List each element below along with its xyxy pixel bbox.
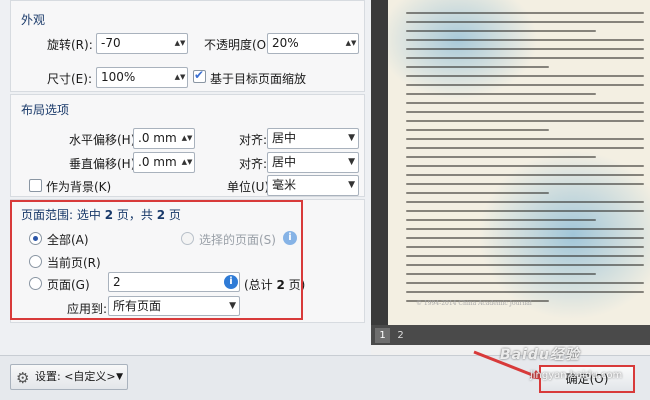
- gear-icon: ⚙: [16, 369, 30, 387]
- page-copyright: © 1994-2014 China Academic Journal: [416, 300, 532, 307]
- spinner-arrows-icon[interactable]: ▲▼: [182, 154, 193, 171]
- align-dropdown-1[interactable]: 居中 ▼: [267, 128, 359, 149]
- align-dropdown-2[interactable]: 居中 ▼: [267, 152, 359, 173]
- preview-pane: © 1994-2014 China Academic Journal: [371, 0, 650, 325]
- dropdown-arrow-icon[interactable]: ▼: [116, 365, 123, 389]
- h-offset-value: .0 mm: [138, 131, 177, 145]
- spinner-arrows-icon[interactable]: ▲▼: [175, 69, 186, 86]
- align-label-2: 对齐:: [239, 157, 268, 171]
- spinner-arrows-icon[interactable]: ▲▼: [175, 35, 186, 52]
- watermark-settings-panel: 外观 旋转(R): -70 ▲▼ 不透明度(O): 20% ▲▼ 尺寸(E): …: [0, 0, 371, 355]
- layout-title: 布局选项: [21, 103, 70, 117]
- page-navigator: 1 2: [371, 325, 650, 345]
- rotation-spinner[interactable]: -70 ▲▼: [96, 33, 188, 54]
- settings-label: 设置: <自定义>: [35, 370, 116, 383]
- size-value: 100%: [101, 70, 136, 84]
- document-text: [406, 12, 644, 309]
- size-label: 尺寸(E):: [47, 72, 92, 86]
- unit-dropdown[interactable]: 毫米 ▼: [267, 175, 359, 196]
- baidu-url: jingyan.baidu.com: [530, 370, 623, 381]
- appearance-title: 外观: [21, 13, 46, 27]
- spinner-arrows-icon[interactable]: ▲▼: [182, 130, 193, 147]
- appearance-group: 外观 旋转(R): -70 ▲▼ 不透明度(O): 20% ▲▼ 尺寸(E): …: [10, 0, 365, 92]
- settings-dropdown[interactable]: ⚙ 设置: <自定义> ▼: [10, 364, 128, 390]
- page-preview: © 1994-2014 China Academic Journal: [388, 0, 650, 325]
- as-background-label[interactable]: 作为背景(K): [46, 178, 111, 195]
- rotation-value: -70: [101, 36, 121, 50]
- h-offset-label: 水平偏移(H):: [69, 133, 140, 147]
- spinner-arrows-icon[interactable]: ▲▼: [346, 35, 357, 52]
- h-offset-spinner[interactable]: .0 mm ▲▼: [133, 128, 195, 149]
- align-value-1: 居中: [272, 131, 297, 145]
- scale-to-target-label[interactable]: 基于目标页面缩放: [210, 70, 306, 87]
- page-button-1[interactable]: 1: [375, 328, 390, 343]
- opacity-label: 不透明度(O):: [204, 38, 275, 52]
- rotation-label: 旋转(R):: [47, 38, 93, 52]
- as-background-checkbox[interactable]: [29, 179, 42, 192]
- baidu-watermark: Baidu经验: [500, 347, 580, 363]
- v-offset-spinner[interactable]: .0 mm ▲▼: [133, 152, 195, 173]
- align-value-2: 居中: [272, 155, 297, 169]
- dropdown-arrow-icon[interactable]: ▼: [348, 153, 355, 172]
- scale-to-target-checkbox[interactable]: [193, 68, 206, 83]
- unit-value: 毫米: [272, 178, 297, 192]
- dropdown-arrow-icon[interactable]: ▼: [348, 129, 355, 148]
- layout-group: 布局选项 水平偏移(H): .0 mm ▲▼ 对齐: 居中 ▼ 垂直偏移(H):…: [10, 94, 365, 197]
- v-offset-value: .0 mm: [138, 155, 177, 169]
- highlight-box: [10, 200, 303, 320]
- opacity-spinner[interactable]: 20% ▲▼: [267, 33, 359, 54]
- opacity-value: 20%: [272, 36, 299, 50]
- size-spinner[interactable]: 100% ▲▼: [96, 67, 188, 88]
- v-offset-label: 垂直偏移(H):: [69, 157, 140, 171]
- align-label-1: 对齐:: [239, 133, 268, 147]
- dropdown-arrow-icon[interactable]: ▼: [348, 176, 355, 195]
- page-button-2[interactable]: 2: [393, 328, 408, 343]
